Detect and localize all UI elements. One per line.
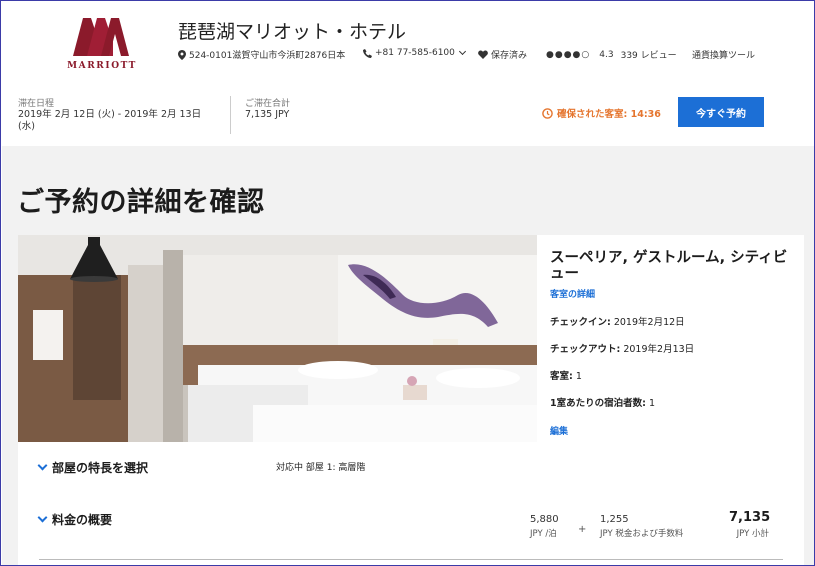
stay-total-value: 7,135 JPY (245, 109, 290, 120)
main-content: ご予約の詳細を確認 スーペリア, ゲストルーム, シティビュー 客室の詳細 チェ… (2, 146, 814, 565)
marriott-logo[interactable]: MARRIOTT (57, 12, 147, 74)
rooms-value: 1 (575, 371, 582, 382)
rating-dots-icon: ●●●●○ (546, 49, 591, 60)
rating-value: 4.3 (599, 49, 614, 60)
checkin-label: チェックイン: (550, 317, 611, 328)
tax-fees-value: 1,255 (600, 514, 629, 525)
checkin-line: チェックイン: 2019年2月12日 (550, 314, 800, 328)
price-summary-section: 料金の概要 5,880 JPY /泊 + 1,255 JPY 税金および手数料 … (18, 504, 804, 565)
address-item[interactable]: 524-0101滋賀守山市今浜町2876日本 (178, 48, 345, 61)
page-title: ご予約の詳細を確認 (17, 187, 265, 218)
stay-dates-value: 2019年 2月 12日 (火) - 2019年 2月 13日 (水) (18, 109, 202, 132)
location-pin-icon (178, 49, 186, 60)
tax-fees: 1,255 JPY 税金および手数料 (600, 514, 683, 539)
checkout-line: チェックアウト: 2019年2月13日 (550, 341, 800, 355)
room-info: スーペリア, ゲストルーム, シティビュー 客室の詳細 チェックイン: 2019… (550, 250, 800, 438)
book-now-button[interactable]: 今すぐ予約 (678, 97, 764, 127)
phone-item[interactable]: +81 77-585-6100 (363, 47, 466, 58)
guests-label: 1室あたりの宿泊者数: (550, 398, 646, 409)
page-frame: MARRIOTT 琵琶湖マリオット・ホテル 524-0101滋賀守山市今浜町28… (0, 0, 815, 566)
room-features-note: 対応中 部屋 1: 高層階 (276, 463, 366, 473)
subtotal-label: JPY 小計 (736, 529, 769, 539)
subtotal-value: 7,135 (729, 510, 771, 525)
saved-item[interactable]: 保存済み (478, 48, 527, 61)
rating-item[interactable]: ●●●●○ 4.3 339 レビュー (546, 48, 677, 62)
room-features-title: 部屋の特長を選択 (52, 461, 149, 475)
guests-value: 1 (648, 398, 655, 409)
room-image (18, 235, 537, 442)
room-details-link[interactable]: 客室の詳細 (550, 287, 595, 300)
hotel-header: MARRIOTT 琵琶湖マリオット・ホテル 524-0101滋賀守山市今浜町28… (2, 2, 814, 84)
phone-text: +81 77-585-6100 (375, 48, 455, 58)
chevron-down-icon (458, 47, 466, 55)
saved-text: 保存済み (491, 51, 528, 61)
stay-total-label: ご滞在合計 (245, 99, 291, 109)
plus-sign: + (578, 524, 587, 535)
logo-wordmark: MARRIOTT (67, 61, 137, 71)
chevron-down-icon (37, 512, 48, 523)
edit-link[interactable]: 編集 (550, 424, 568, 437)
room-photo (18, 235, 537, 442)
checkin-value: 2019年2月12日 (613, 317, 685, 328)
stay-total: ご滞在合計 7,135 JPY (245, 96, 345, 121)
price-summary-title: 料金の概要 (52, 513, 113, 527)
room-features-toggle[interactable]: 部屋の特長を選択 (37, 459, 149, 476)
currency-tool-text: 通貨換算ツール (692, 51, 756, 61)
nightly-rate-label: JPY /泊 (530, 529, 557, 539)
nightly-rate: 5,880 JPY /泊 (530, 514, 559, 539)
reservation-card: スーペリア, ゲストルーム, シティビュー 客室の詳細 チェックイン: 2019… (18, 235, 804, 565)
currency-tool-link[interactable]: 通貨換算ツール (692, 48, 755, 61)
stay-dates-label: 滞在日程 (18, 99, 55, 109)
room-hold-timer: 確保された客室: 14:36 (542, 106, 661, 120)
address-text: 524-0101滋賀守山市今浜町2876日本 (189, 51, 346, 61)
hotel-name: 琵琶湖マリオット・ホテル (178, 21, 407, 43)
stay-summary-bar: 滞在日程 2019年 2月 12日 (火) - 2019年 2月 13日 (水)… (2, 84, 814, 146)
phone-icon (363, 48, 372, 58)
marriott-m-icon (73, 18, 129, 56)
divider (230, 96, 231, 134)
chevron-down-icon (37, 460, 48, 471)
tax-fees-label: JPY 税金および手数料 (600, 529, 684, 539)
timer-text: 確保された客室: 14:36 (557, 109, 661, 120)
nightly-rate-value: 5,880 (530, 514, 559, 525)
room-title: スーペリア, ゲストルーム, シティビュー (550, 250, 788, 282)
room-features-section: 部屋の特長を選択 対応中 部屋 1: 高層階 (18, 442, 804, 504)
subtotal: 7,135 JPY 小計 (729, 510, 771, 539)
checkout-value: 2019年2月13日 (623, 344, 695, 355)
price-summary-toggle[interactable]: 料金の概要 (37, 511, 113, 528)
stay-dates: 滞在日程 2019年 2月 12日 (火) - 2019年 2月 13日 (水) (18, 96, 208, 133)
review-count: 339 レビュー (620, 51, 677, 61)
guests-line: 1室あたりの宿泊者数: 1 (550, 395, 800, 409)
checkout-label: チェックアウト: (550, 344, 621, 355)
divider (39, 559, 783, 560)
rooms-line: 客室: 1 (550, 368, 800, 382)
heart-icon (478, 50, 488, 59)
rooms-label: 客室: (550, 371, 573, 382)
clock-icon (542, 107, 553, 119)
